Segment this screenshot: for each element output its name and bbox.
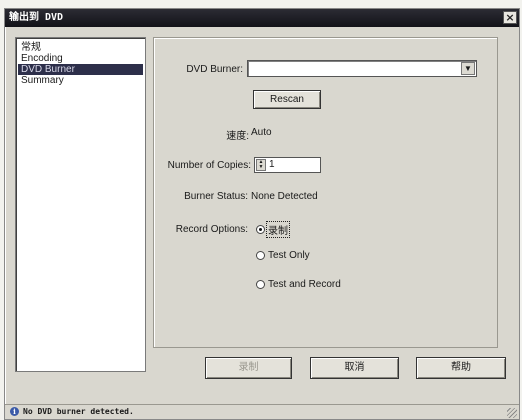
test-only-option-label[interactable]: Test Only xyxy=(268,250,310,261)
title-bar: 输出到 DVD × xyxy=(5,9,519,27)
record-button[interactable]: 录制 xyxy=(205,357,292,379)
burner-status-value: None Detected xyxy=(251,191,318,202)
record-options-label: Record Options: xyxy=(175,224,248,235)
test-and-record-radio[interactable] xyxy=(256,280,265,289)
cancel-button[interactable]: 取消 xyxy=(310,357,399,379)
copies-value: 1 xyxy=(269,159,275,170)
sidebar-item-general[interactable]: 常规 xyxy=(18,42,143,53)
info-icon: i xyxy=(10,407,19,416)
copies-label: Number of Copies: xyxy=(167,160,251,171)
test-only-radio[interactable] xyxy=(256,251,265,260)
close-button[interactable]: × xyxy=(503,11,517,24)
copies-stepper[interactable]: ▲ ▼ 1 xyxy=(254,157,321,173)
sidebar-item-summary[interactable]: Summary xyxy=(18,75,143,86)
rescan-button[interactable]: Rescan xyxy=(253,90,321,109)
sidebar-item-encoding[interactable]: Encoding xyxy=(18,53,143,64)
spinner-arrows-icon[interactable]: ▲ ▼ xyxy=(256,159,266,171)
record-radio[interactable] xyxy=(256,225,265,234)
dvd-burner-label: DVD Burner: xyxy=(186,64,243,75)
record-option-label[interactable]: 录制 xyxy=(266,221,290,238)
settings-sidebar: 常规 Encoding DVD Burner Summary xyxy=(15,37,146,372)
chevron-down-icon[interactable]: ▼ xyxy=(461,62,475,75)
test-and-record-option-label[interactable]: Test and Record xyxy=(268,279,341,290)
dvd-burner-select[interactable]: ▼ xyxy=(247,60,477,77)
speed-value: Auto xyxy=(251,127,272,138)
window-title: 输出到 DVD xyxy=(9,12,64,23)
status-message: No DVD burner detected. xyxy=(23,407,134,416)
sidebar-item-dvd-burner[interactable]: DVD Burner xyxy=(18,64,143,75)
help-button[interactable]: 帮助 xyxy=(416,357,506,379)
speed-label: 速度: xyxy=(226,131,249,142)
burner-status-label: Burner Status: xyxy=(184,191,248,202)
status-bar: i No DVD burner detected. xyxy=(5,404,519,419)
resize-grip-icon[interactable] xyxy=(507,408,517,418)
close-icon: × xyxy=(505,11,515,24)
